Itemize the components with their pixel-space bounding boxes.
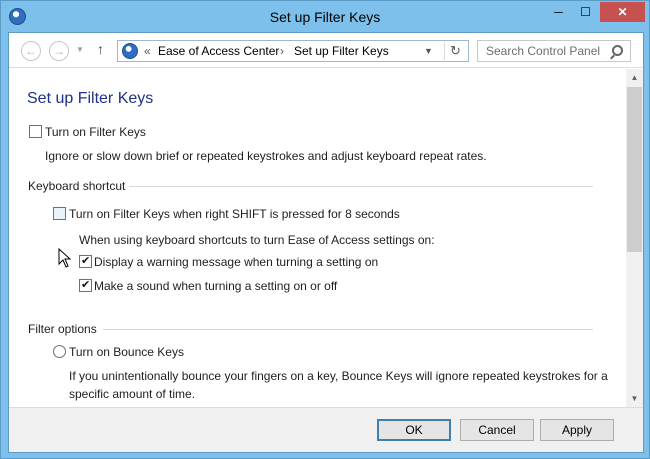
recent-pages-dropdown[interactable]: ▼ — [76, 45, 84, 54]
apply-button[interactable]: Apply — [540, 419, 614, 441]
shortcut-settings-intro: When using keyboard shortcuts to turn Ea… — [79, 233, 435, 247]
scroll-down-button[interactable]: ▼ — [626, 390, 643, 407]
keyboard-shortcut-heading: Keyboard shortcut — [28, 179, 126, 193]
chevron-down-icon: ▼ — [424, 46, 433, 56]
main-content: Set up Filter Keys Turn on Filter Keys I… — [9, 69, 625, 407]
refresh-button[interactable]: ↻ — [444, 42, 466, 60]
breadcrumb-separator[interactable]: › — [280, 44, 284, 58]
shift-shortcut-checkbox[interactable] — [53, 207, 66, 220]
scroll-up-button[interactable]: ▲ — [626, 69, 643, 86]
triangle-up-icon: ▲ — [630, 73, 639, 82]
mouse-pointer-icon — [58, 248, 72, 268]
close-button[interactable]: ✕ — [600, 2, 645, 22]
make-sound-checkbox[interactable] — [79, 278, 92, 292]
search-icon[interactable] — [612, 45, 623, 56]
window-client-area: ← → ▼ ↑ « Ease of Access Center › Set up… — [8, 32, 644, 453]
vertical-scrollbar[interactable]: ▲ ▼ — [626, 69, 643, 407]
turn-on-filter-keys-checkbox[interactable] — [29, 125, 42, 138]
display-warning-label[interactable]: Display a warning message when turning a… — [94, 255, 378, 269]
triangle-down-icon: ▼ — [630, 394, 639, 403]
title-bar[interactable]: Set up Filter Keys ─ ☐ ✕ — [1, 1, 649, 32]
search-input[interactable]: Search Control Panel — [477, 40, 631, 62]
breadcrumb-overflow-button[interactable]: « — [144, 44, 151, 58]
filter-keys-description: Ignore or slow down brief or repeated ke… — [45, 149, 487, 163]
back-button[interactable]: ← — [21, 41, 41, 61]
filter-options-heading: Filter options — [28, 322, 97, 336]
breadcrumb-set-up-filter-keys[interactable]: Set up Filter Keys — [294, 44, 389, 58]
arrow-left-icon: ← — [25, 44, 37, 58]
address-bar[interactable]: « Ease of Access Center › Set up Filter … — [117, 40, 469, 62]
dialog-footer: OK Cancel Apply — [9, 407, 643, 452]
scroll-thumb[interactable] — [627, 87, 642, 252]
arrow-right-icon: → — [53, 44, 65, 58]
page-title: Set up Filter Keys — [27, 90, 154, 107]
breadcrumb-ease-of-access-center[interactable]: Ease of Access Center — [158, 44, 279, 58]
refresh-icon: ↻ — [450, 43, 461, 58]
section-divider — [103, 329, 593, 330]
app-window: Set up Filter Keys ─ ☐ ✕ ← → ▼ ↑ « Ease … — [0, 0, 650, 459]
up-button[interactable]: ↑ — [97, 41, 104, 57]
make-sound-label[interactable]: Make a sound when turning a setting on o… — [94, 279, 337, 293]
minimize-button[interactable]: ─ — [545, 2, 572, 22]
search-placeholder: Search Control Panel — [486, 44, 601, 58]
ok-button[interactable]: OK — [377, 419, 451, 441]
section-divider — [129, 186, 593, 187]
cancel-button[interactable]: Cancel — [460, 419, 534, 441]
forward-button[interactable]: → — [49, 41, 69, 61]
address-dropdown-button[interactable]: ▼ — [424, 46, 433, 56]
bounce-keys-label[interactable]: Turn on Bounce Keys — [69, 345, 184, 359]
chevron-down-icon: ▼ — [76, 45, 84, 54]
display-warning-checkbox[interactable] — [79, 254, 92, 268]
bounce-keys-description: If you unintentionally bounce your finge… — [69, 369, 608, 401]
navigation-bar: ← → ▼ ↑ « Ease of Access Center › Set up… — [9, 33, 643, 68]
arrow-up-icon: ↑ — [97, 41, 104, 57]
bounce-keys-radio[interactable] — [53, 345, 66, 358]
turn-on-filter-keys-label[interactable]: Turn on Filter Keys — [45, 125, 146, 139]
ease-of-access-icon — [122, 43, 138, 59]
maximize-button[interactable]: ☐ — [572, 2, 599, 22]
shift-shortcut-label[interactable]: Turn on Filter Keys when right SHIFT is … — [69, 207, 400, 221]
